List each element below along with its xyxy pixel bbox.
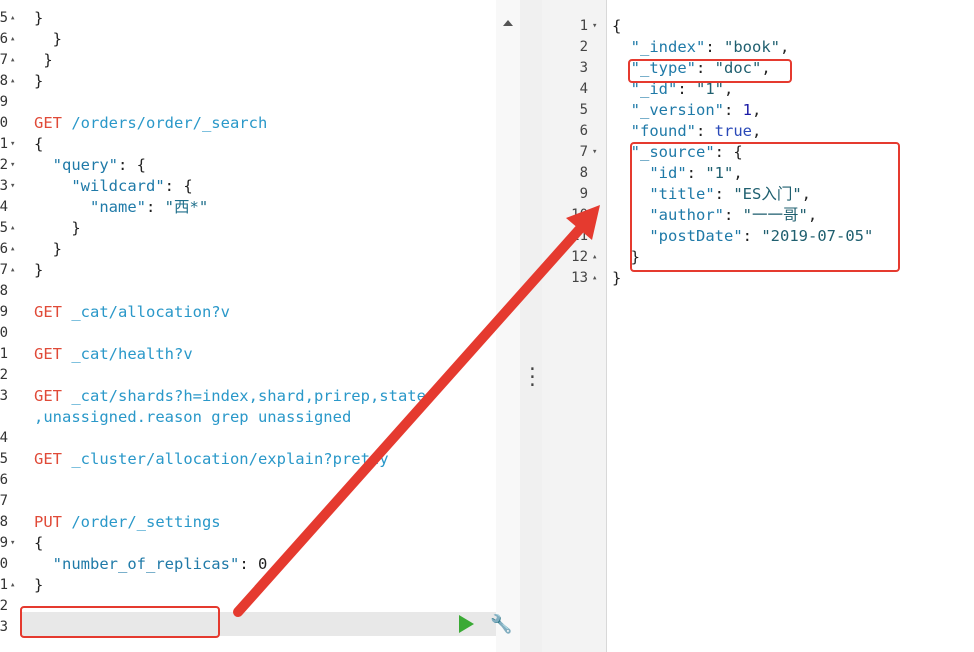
arrow-annotation (233, 205, 600, 617)
